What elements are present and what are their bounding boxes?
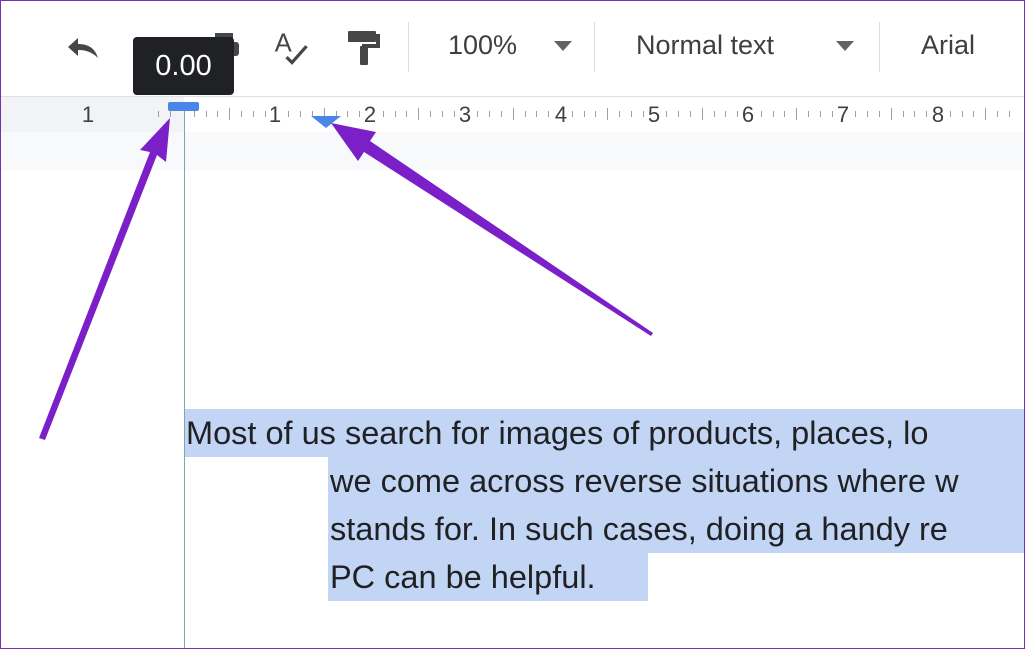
ruler-tick [406,111,408,117]
ruler-tick [737,111,739,117]
ruler-tick [382,111,384,117]
paragraph-line[interactable]: Most of us search for images of products… [184,409,1025,457]
ruler-tick [607,108,609,120]
toolbar-divider [408,22,409,72]
toolbar-divider [594,22,595,72]
ruler-tick [489,111,491,117]
indent-guide-line [184,105,185,649]
ruler-tick [1008,111,1010,117]
ruler-tick [949,111,951,117]
ruler-tick [205,111,207,117]
ruler-tick [418,108,420,120]
paragraph-line[interactable]: stands for. In such cases, doing a handy… [328,505,1025,553]
ruler-tick [430,111,432,117]
ruler-tick [359,111,361,117]
indent-tooltip: 0.00 [133,37,234,95]
ruler-tick [701,108,703,120]
ruler-tick [524,111,526,117]
ruler-tick [926,111,928,117]
ruler-tick [170,111,172,117]
ruler-tick [347,111,349,117]
ruler-label: 5 [647,102,661,127]
paint-format-icon[interactable] [344,28,384,68]
ruler-tick [914,111,916,117]
ruler-tick [536,111,538,117]
ruler-tick [300,111,302,117]
ruler-tick [760,111,762,117]
ruler-tick [890,108,892,120]
ruler-tick [453,111,455,117]
ruler-tick [902,111,904,117]
ruler-tick [500,111,502,117]
horizontal-ruler[interactable]: 1 1 2 3 4 5 6 7 8 [0,96,1025,133]
ruler-tick [595,111,597,117]
ruler-tick [878,111,880,117]
ruler-tick [725,111,727,117]
ruler-tick [229,108,231,120]
zoom-dropdown-arrow-icon[interactable] [554,41,572,51]
paragraph-line[interactable]: PC can be helpful. [328,553,648,601]
undo-icon[interactable] [62,28,102,68]
toolbar-divider [879,22,880,72]
paragraph-style-select[interactable]: Normal text [636,30,774,61]
ruler-tick [784,111,786,117]
ruler-tick [512,108,514,120]
ruler-tick [713,111,715,117]
ruler-label: 8 [931,102,945,127]
ruler-tick [571,111,573,117]
ruler-tick [678,111,680,117]
ruler-tick [689,111,691,117]
ruler-tick [158,111,160,117]
ruler-label: 7 [836,102,850,127]
ruler-tick [619,111,621,117]
ruler-tick [973,111,975,117]
ruler-tick [264,111,266,117]
ruler-label: 6 [741,102,755,127]
svg-text:A: A [275,30,292,58]
ruler-tick [642,111,644,117]
left-indent-marker[interactable] [311,116,341,128]
first-line-indent-marker[interactable] [168,102,199,111]
ruler-tick [808,111,810,117]
ruler-tick [855,111,857,117]
ruler-tick [394,111,396,117]
zoom-select[interactable]: 100% [448,30,517,61]
ruler-tick [583,111,585,117]
ruler-tick [630,111,632,117]
ruler-tick [831,111,833,117]
ruler-tick [441,111,443,117]
ruler-tick [548,111,550,117]
ruler-tick [217,111,219,117]
ruler-label: 1 [268,102,282,127]
ruler-tick [985,108,987,120]
ruler-tick [772,111,774,117]
ruler-tick [477,111,479,117]
ruler-tick [288,111,290,117]
font-family-select[interactable]: Arial [921,30,975,61]
ruler-tick [961,111,963,117]
ruler-tick [819,111,821,117]
style-dropdown-arrow-icon[interactable] [836,41,854,51]
ruler-label: 2 [363,102,377,127]
ruler-tick [193,111,195,117]
ruler-tick [997,111,999,117]
ruler-label: 1 [81,102,95,127]
paragraph-line[interactable]: we come across reverse situations where … [328,457,1025,505]
ruler-tick [796,108,798,120]
ruler-tick [252,111,254,117]
ruler-tick [867,111,869,117]
ruler-label: 3 [458,102,472,127]
ruler-tick [666,111,668,117]
ruler-tick [241,111,243,117]
spellcheck-icon[interactable]: A [272,28,312,68]
ruler-label: 4 [554,102,568,127]
page-gap [0,132,1025,170]
